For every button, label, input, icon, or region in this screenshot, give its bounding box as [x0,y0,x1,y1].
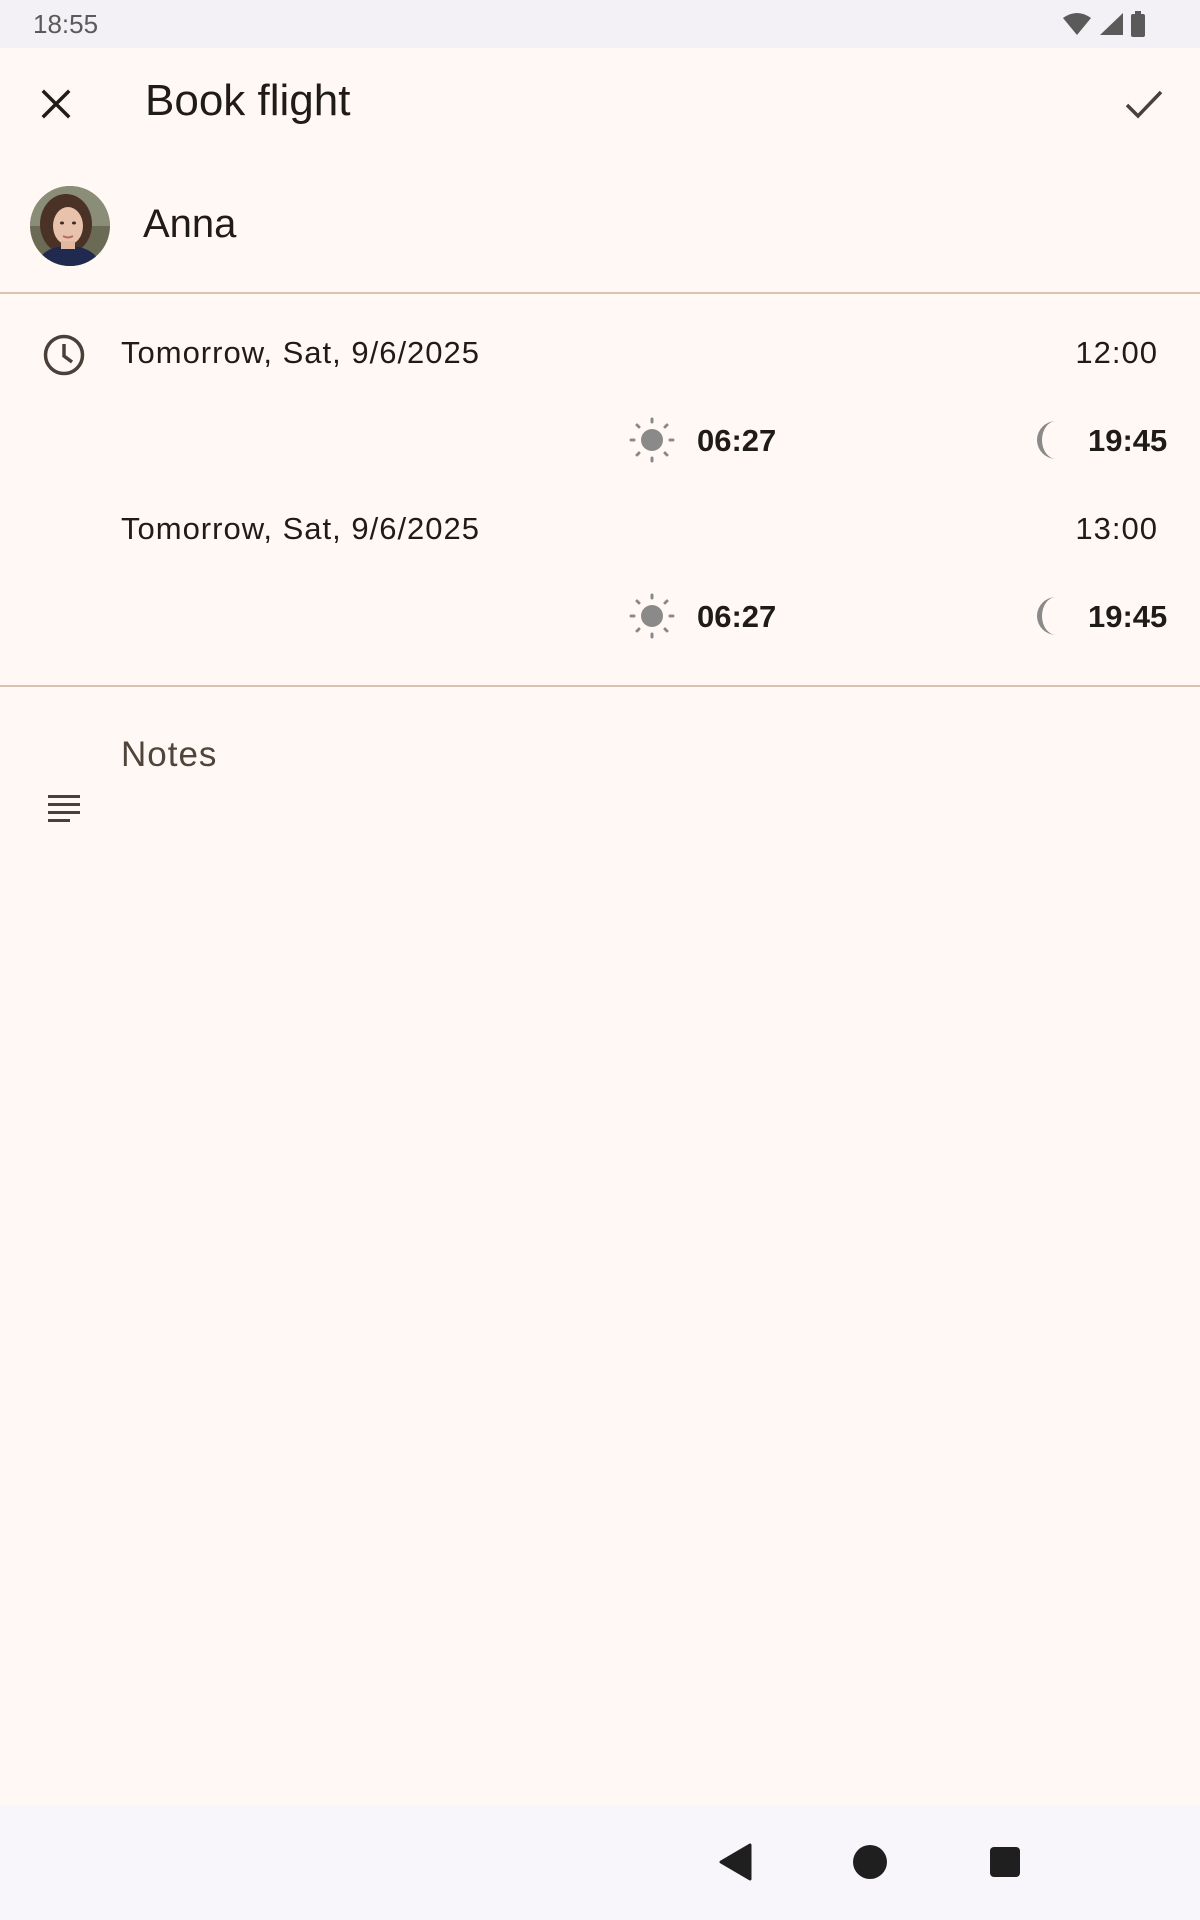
status-icons [1062,10,1146,38]
app-bar: Book flight [0,48,1200,158]
end-date[interactable]: Tomorrow, Sat, 9/6/2025 [121,511,480,547]
signal-icon [1100,13,1123,35]
back-button[interactable] [705,1832,765,1892]
moon-icon [1036,597,1056,635]
start-time[interactable]: 12:00 [1075,335,1158,371]
avatar [30,186,110,266]
recents-icon [990,1847,1020,1877]
battery-icon [1131,11,1145,37]
divider [0,292,1200,294]
notes-icon [48,795,80,822]
sunrise-icon [629,593,675,639]
save-button[interactable] [1116,76,1172,132]
back-icon [719,1843,752,1881]
status-time: 18:55 [33,9,99,39]
navigation-bar [0,1805,1200,1920]
contact-name: Anna [143,202,237,246]
sunrise-time: 06:27 [697,423,777,458]
close-icon [41,89,71,119]
sunset-time: 19:45 [1088,423,1168,458]
status-bar: 18:55 [0,0,1200,48]
check-icon [1125,90,1163,119]
sunrise-icon [629,417,675,463]
recents-button[interactable] [975,1832,1035,1892]
page-title: Book flight [145,76,351,125]
wifi-icon [1063,13,1091,35]
moon-icon [1036,421,1056,459]
contact-row[interactable]: Anna [0,176,1200,276]
sunrise-time: 06:27 [697,599,777,634]
end-time[interactable]: 13:00 [1075,511,1158,547]
divider [0,685,1200,687]
start-date[interactable]: Tomorrow, Sat, 9/6/2025 [121,335,480,371]
notes-field[interactable]: Notes [121,735,217,775]
home-icon [853,1845,887,1879]
home-button[interactable] [840,1832,900,1892]
close-button[interactable] [28,76,84,132]
clock-icon [43,334,85,376]
sunset-time: 19:45 [1088,599,1168,634]
